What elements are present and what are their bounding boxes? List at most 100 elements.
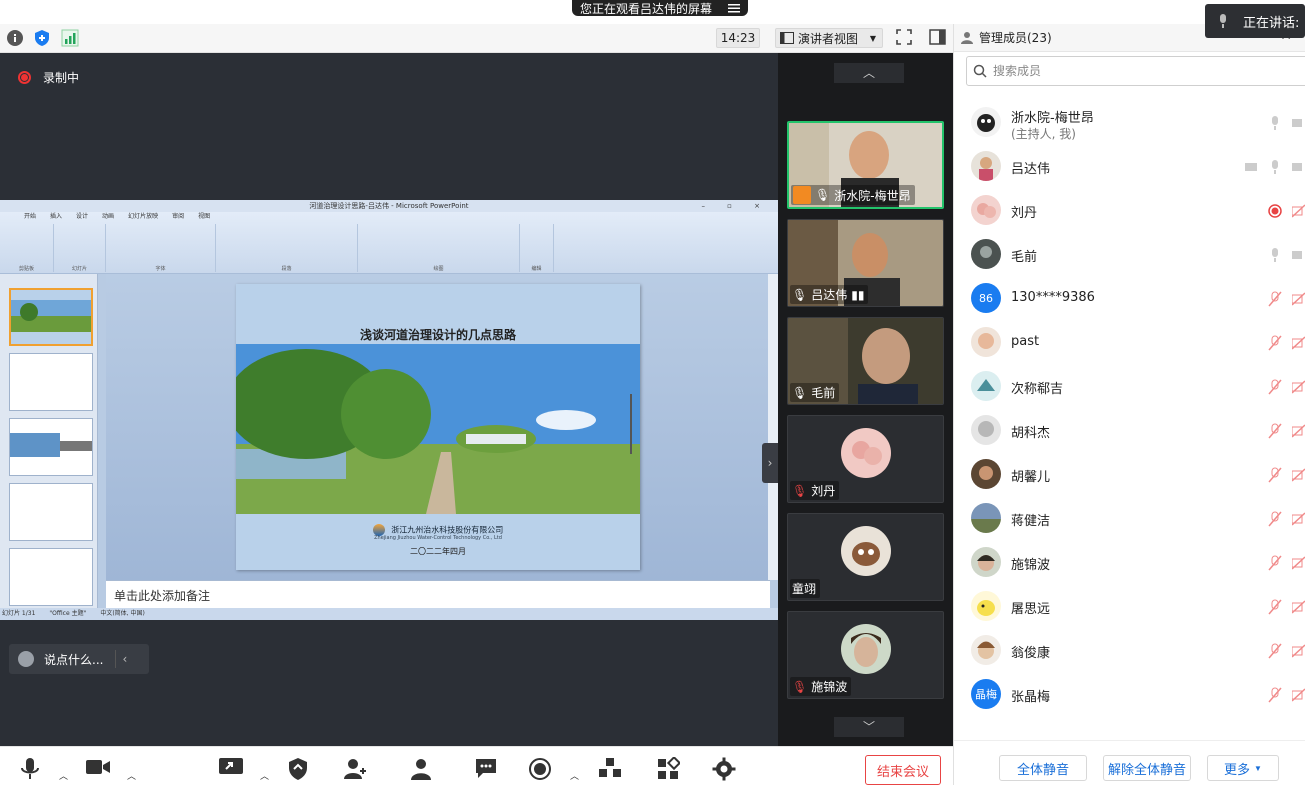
- member-search[interactable]: [966, 56, 1305, 86]
- video-tile[interactable]: 🎙 吕达伟 ▮▮: [787, 219, 944, 307]
- camera-muted-icon[interactable]: [1292, 291, 1305, 307]
- member-row[interactable]: 晶梅 张晶梅: [954, 674, 1305, 718]
- mic-muted-icon[interactable]: [1268, 511, 1282, 527]
- info-icon[interactable]: [6, 29, 24, 47]
- member-row[interactable]: 施锦波: [954, 542, 1305, 586]
- caret-up-icon[interactable]: ︿: [127, 769, 136, 782]
- video-name-tag: 🎙 吕达伟 ▮▮: [790, 285, 869, 304]
- video-tile[interactable]: 🎙 刘丹: [787, 415, 944, 503]
- member-row[interactable]: 屠思远: [954, 586, 1305, 630]
- member-row[interactable]: 浙水院-梅世昂 (主持人, 我): [954, 102, 1305, 146]
- camera-icon[interactable]: [1292, 115, 1305, 131]
- participants-button[interactable]: [409, 757, 435, 780]
- settings-gear-icon[interactable]: [712, 757, 738, 781]
- camera-muted-icon[interactable]: [1292, 511, 1305, 527]
- avatar: 晶梅: [971, 679, 1001, 709]
- camera-button[interactable]: [85, 757, 111, 779]
- video-tile[interactable]: 🎙 施锦波: [787, 611, 944, 699]
- avatar: [971, 195, 1001, 225]
- member-row[interactable]: 翁俊康: [954, 630, 1305, 674]
- camera-muted-icon[interactable]: [1292, 423, 1305, 439]
- breakout-rooms-button[interactable]: [598, 757, 624, 779]
- scroll-down-chevron-icon[interactable]: ﹀: [834, 717, 904, 737]
- mic-icon[interactable]: [1268, 159, 1282, 175]
- member-name: 胡馨儿: [1011, 470, 1051, 485]
- avatar: [971, 151, 1001, 181]
- member-row[interactable]: 吕达伟: [954, 146, 1305, 190]
- microphone-button[interactable]: [18, 757, 44, 779]
- menu-icon[interactable]: [728, 3, 740, 13]
- camera-muted-icon[interactable]: [1292, 643, 1305, 659]
- slide-thumbnail: [9, 548, 93, 606]
- unmute-all-button[interactable]: 解除全体静音: [1103, 755, 1191, 781]
- caret-up-icon[interactable]: ︿: [260, 769, 269, 782]
- ribbon-tab: 设计: [76, 213, 89, 220]
- scrollbar[interactable]: [768, 274, 778, 580]
- member-row[interactable]: 胡馨儿: [954, 454, 1305, 498]
- camera-muted-icon[interactable]: [1292, 335, 1305, 351]
- recording-icon: [1268, 203, 1282, 219]
- mic-muted-icon[interactable]: [1268, 555, 1282, 571]
- security-button[interactable]: [287, 757, 313, 780]
- camera-muted-icon[interactable]: [1292, 203, 1305, 219]
- member-row[interactable]: 次称郗吉: [954, 366, 1305, 410]
- invite-button[interactable]: [343, 757, 369, 779]
- mic-muted-icon[interactable]: [1268, 599, 1282, 615]
- fullscreen-icon[interactable]: [896, 29, 914, 47]
- ribbon-group: 剪贴板: [0, 224, 54, 272]
- camera-muted-icon[interactable]: [1292, 467, 1305, 483]
- panel-title: 管理成员(23): [979, 31, 1052, 45]
- scroll-up-chevron-icon[interactable]: ︿: [834, 63, 904, 83]
- status-theme: "Office 主题": [49, 610, 87, 617]
- camera-muted-icon[interactable]: [1292, 555, 1305, 571]
- more-button[interactable]: 更多 ▼: [1207, 755, 1279, 781]
- mic-muted-icon[interactable]: [1268, 687, 1282, 703]
- mic-muted-icon[interactable]: [1268, 423, 1282, 439]
- mic-muted-icon[interactable]: [1268, 335, 1282, 351]
- mic-muted-icon[interactable]: [1268, 379, 1282, 395]
- emoji-icon[interactable]: [18, 651, 34, 667]
- caret-up-icon[interactable]: ︿: [570, 769, 579, 782]
- notes-pane[interactable]: 单击此处添加备注: [106, 580, 770, 608]
- share-screen-button[interactable]: [218, 757, 244, 779]
- collapse-chevron-icon[interactable]: ›: [762, 443, 778, 483]
- chat-button[interactable]: [474, 757, 500, 779]
- search-input[interactable]: [993, 64, 1273, 78]
- end-meeting-button[interactable]: 结束会议: [865, 755, 941, 785]
- mic-muted-icon: 🎙: [792, 483, 808, 498]
- mic-icon[interactable]: [1268, 247, 1282, 263]
- member-row[interactable]: 86 130****9386: [954, 278, 1305, 322]
- mic-icon: 🎙: [792, 385, 808, 400]
- member-name: 张晶梅: [1011, 690, 1051, 705]
- signal-strength-icon[interactable]: [61, 29, 79, 47]
- member-row[interactable]: past: [954, 322, 1305, 366]
- camera-icon[interactable]: [1292, 159, 1305, 175]
- apps-button[interactable]: [656, 757, 682, 779]
- camera-muted-icon[interactable]: [1292, 379, 1305, 395]
- more-label: 更多: [1224, 761, 1251, 777]
- member-row[interactable]: 胡科杰: [954, 410, 1305, 454]
- mic-muted-icon[interactable]: [1268, 643, 1282, 659]
- camera-muted-icon[interactable]: [1292, 599, 1305, 615]
- mic-icon[interactable]: [1268, 115, 1282, 131]
- mute-all-button[interactable]: 全体静音: [999, 755, 1087, 781]
- chat-input[interactable]: 说点什么... ‹: [9, 644, 149, 674]
- mic-muted-icon[interactable]: [1268, 467, 1282, 483]
- speaker-view-dropdown[interactable]: 演讲者视图 ▼: [775, 28, 883, 48]
- camera-icon[interactable]: [1292, 247, 1305, 263]
- member-row[interactable]: 刘丹: [954, 190, 1305, 234]
- caret-up-icon[interactable]: ︿: [59, 769, 68, 782]
- member-row[interactable]: 毛前: [954, 234, 1305, 278]
- member-row[interactable]: 蒋健洁: [954, 498, 1305, 542]
- mic-muted-icon[interactable]: [1268, 291, 1282, 307]
- recording-indicator[interactable]: 录制中: [18, 69, 79, 86]
- video-tile[interactable]: 童翊: [787, 513, 944, 601]
- video-tile[interactable]: 🎙 浙水院-梅世昂: [787, 121, 944, 209]
- record-button[interactable]: [528, 757, 554, 780]
- video-tile[interactable]: 🎙 毛前: [787, 317, 944, 405]
- security-shield-icon[interactable]: [33, 29, 51, 47]
- camera-muted-icon[interactable]: [1292, 687, 1305, 703]
- chevron-left-icon[interactable]: ‹: [122, 652, 127, 666]
- sidebar-toggle-icon[interactable]: [929, 29, 947, 47]
- ribbon-tab: 开始: [24, 213, 37, 220]
